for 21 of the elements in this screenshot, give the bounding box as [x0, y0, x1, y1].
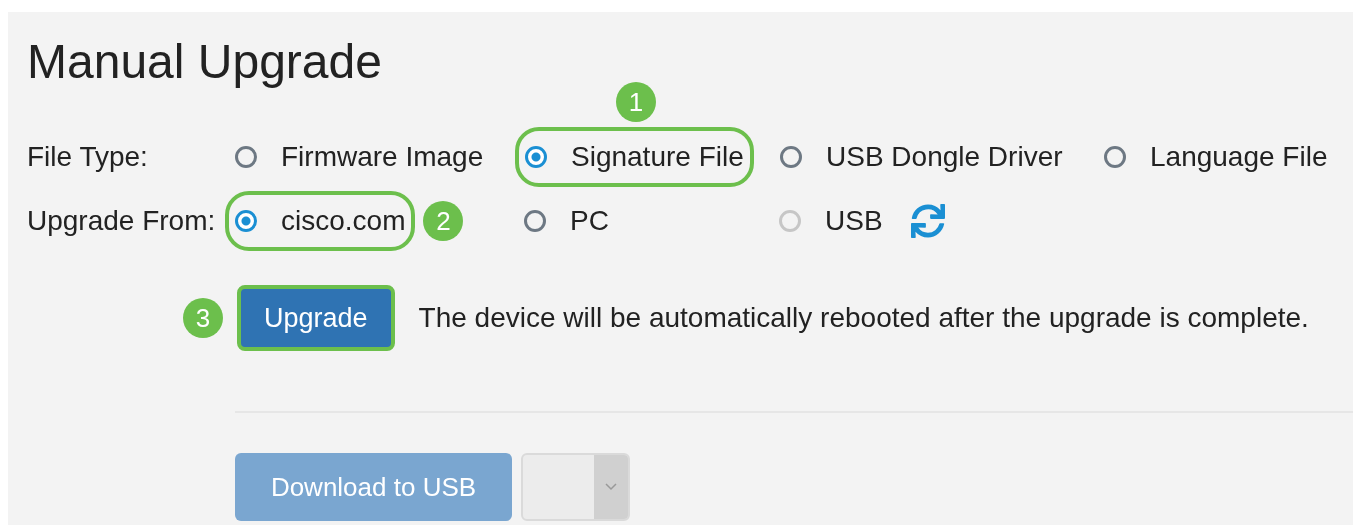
upgrade-button[interactable]: Upgrade	[237, 285, 395, 351]
field-label: Upgrade From:	[27, 205, 217, 237]
chevron-down-icon	[605, 483, 617, 491]
radio-button[interactable]	[780, 146, 802, 168]
step-number: 1	[616, 82, 656, 122]
step-number: 3	[183, 298, 223, 338]
radio-option[interactable]: Firmware Image	[235, 137, 484, 177]
radio-option[interactable]: Signature File	[525, 137, 744, 177]
radio-button[interactable]	[235, 210, 257, 232]
page-title: Manual Upgrade	[27, 36, 382, 88]
radio-option[interactable]: Language File	[1104, 137, 1328, 177]
radio-button[interactable]	[524, 210, 546, 232]
step-number: 2	[423, 201, 464, 241]
radio-option[interactable]: PC	[524, 201, 609, 241]
radio-button[interactable]	[525, 146, 547, 168]
radio-button[interactable]	[235, 146, 257, 168]
radio-option[interactable]: cisco.com	[235, 201, 406, 241]
radio-option[interactable]: USB Dongle Driver	[780, 137, 1063, 177]
reboot-note: The device will be automatically rebooted after the upgrade is complete.	[418, 302, 1309, 334]
field-label: File Type:	[27, 141, 149, 173]
radio-button[interactable]	[1104, 146, 1126, 168]
